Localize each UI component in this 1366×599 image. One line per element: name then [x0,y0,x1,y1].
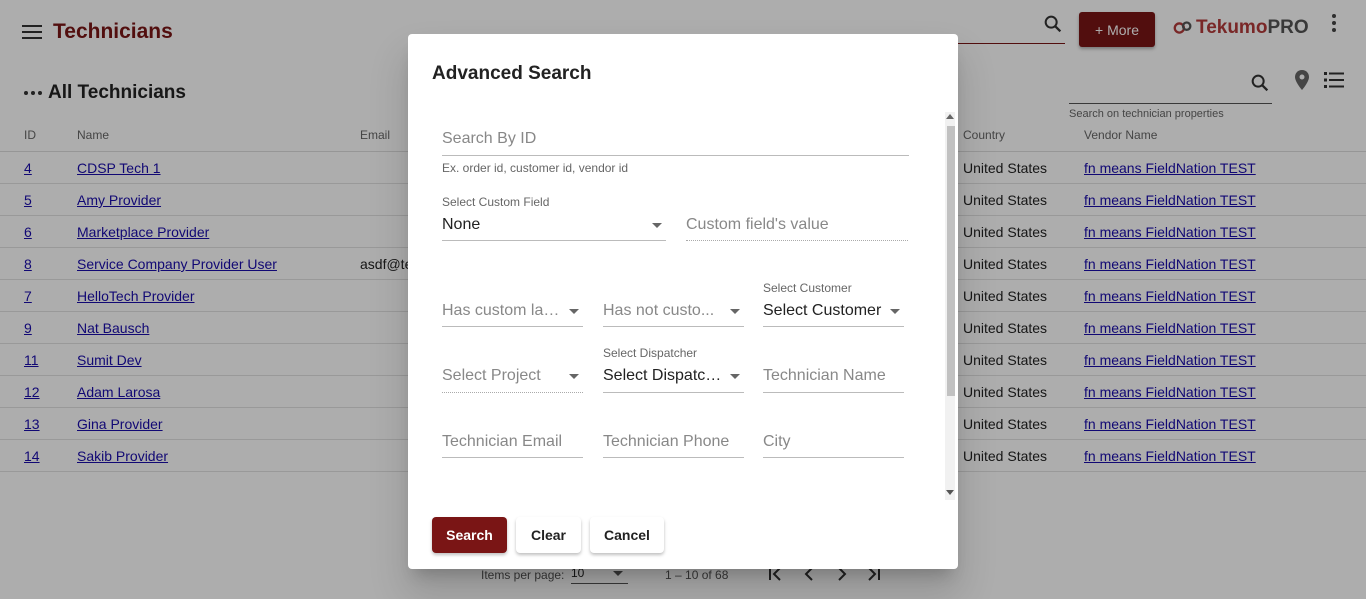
advanced-search-dialog: Advanced Search Search By ID Ex. order i… [408,34,958,569]
customer-select[interactable]: Select Customer Select Customer [763,280,904,327]
dialog-content: Search By ID Ex. order id, customer id, … [408,110,958,501]
project-underline [442,392,583,393]
has-not-custom-label-underline [603,326,744,327]
clear-button[interactable]: Clear [516,517,581,553]
chevron-down-icon [569,374,579,379]
dialog-scroll-thumb[interactable] [947,126,955,396]
customer-label: Select Customer [763,281,852,295]
custom-field-value-placeholder: Custom field's value [686,216,829,233]
technician-email-input[interactable]: Technician Email [442,411,583,458]
technician-phone-underline [603,457,744,458]
city-placeholder: City [763,433,791,450]
dispatcher-value: Select Dispatch... [603,367,725,384]
dispatcher-label: Select Dispatcher [603,346,698,360]
search-by-id-field[interactable]: Search By ID [442,110,909,156]
technician-phone-placeholder: Technician Phone [603,433,730,450]
dialog-title: Advanced Search [432,63,592,84]
city-underline [763,457,904,458]
hint-text: Ex. order id, customer id, vendor id [442,161,629,175]
technician-phone-input[interactable]: Technician Phone [603,411,744,458]
customer-value: Select Customer [763,302,882,319]
custom-field-value: None [442,216,481,233]
custom-field-select[interactable]: Select Custom Field None [442,194,666,241]
custom-field-label: Select Custom Field [442,195,550,209]
search-by-id-placeholder: Search By ID [442,130,537,147]
technician-name-input[interactable]: Technician Name [763,346,904,393]
scroll-up-arrow-icon[interactable] [946,114,954,119]
search-button[interactable]: Search [432,517,507,553]
has-not-custom-label-select[interactable]: Has not custo... [603,280,744,327]
chevron-down-icon [569,309,579,314]
project-placeholder: Select Project [442,367,541,384]
scroll-down-arrow-icon[interactable] [946,490,954,495]
cancel-button[interactable]: Cancel [590,517,664,553]
search-by-id-underline [442,155,909,156]
search-by-id-hint: Ex. order id, customer id, vendor id [442,160,742,176]
project-select[interactable]: Select Project [442,346,583,393]
has-not-custom-label-placeholder: Has not custo... [603,302,715,319]
custom-field-underline [442,240,666,241]
technician-name-underline [763,392,904,393]
has-custom-label-placeholder: Has custom lab... [442,302,560,319]
has-custom-label-select[interactable]: Has custom lab... [442,280,583,327]
chevron-down-icon [730,309,740,314]
chevron-down-icon [730,374,740,379]
chevron-down-icon [652,223,662,228]
chevron-down-icon [890,309,900,314]
dialog-actions: Search Clear Cancel [432,517,664,553]
customer-underline [763,326,904,327]
custom-field-value-underline [686,240,908,241]
technician-name-placeholder: Technician Name [763,367,886,384]
custom-field-value-input[interactable]: Custom field's value [686,194,908,241]
city-input[interactable]: City [763,411,904,458]
dispatcher-underline [603,392,744,393]
dispatcher-select[interactable]: Select Dispatcher Select Dispatch... [603,346,744,393]
has-custom-label-underline [442,326,583,327]
technician-email-placeholder: Technician Email [442,433,563,450]
technician-email-underline [442,457,583,458]
